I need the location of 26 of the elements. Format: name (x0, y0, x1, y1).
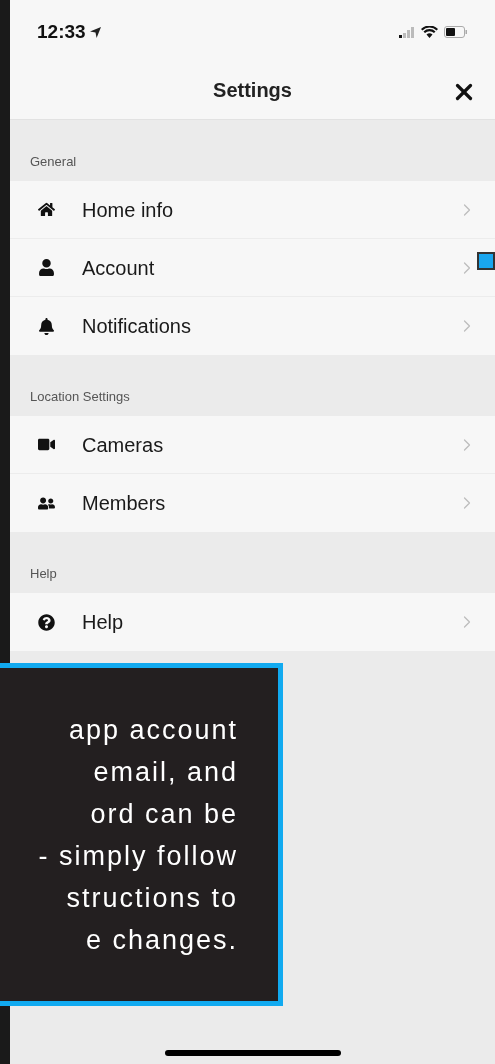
row-label: Notifications (82, 314, 192, 339)
battery-icon (444, 26, 468, 38)
row-label: Help (82, 610, 125, 635)
wifi-icon (421, 26, 438, 38)
help-icon (38, 613, 55, 631)
person-icon (38, 259, 55, 276)
screen-title: Settings (213, 77, 292, 103)
section-header: Location Settings (30, 387, 130, 406)
settings-row[interactable]: Home info (10, 181, 495, 239)
callout-text: app account email, and ord can be - simply follow structions to e changes. (38, 713, 238, 957)
bell-icon (38, 317, 55, 335)
settings-row[interactable]: Members (10, 474, 495, 532)
signal-icon (399, 26, 415, 38)
section-header: General (30, 152, 77, 171)
row-label: Account (82, 255, 156, 281)
row-label: Cameras (82, 432, 165, 458)
section-header: Help (30, 564, 57, 583)
location-arrow-icon (89, 26, 101, 38)
settings-row[interactable]: Cameras (10, 416, 495, 474)
settings-row[interactable]: Help (10, 593, 495, 651)
status-time: 12:33 (37, 19, 86, 44)
row-label: Home info (82, 197, 175, 223)
video-camera-icon (38, 436, 55, 453)
house-icon (38, 201, 55, 218)
settings-row[interactable]: Notifications (10, 297, 495, 355)
row-label: Members (82, 491, 167, 516)
